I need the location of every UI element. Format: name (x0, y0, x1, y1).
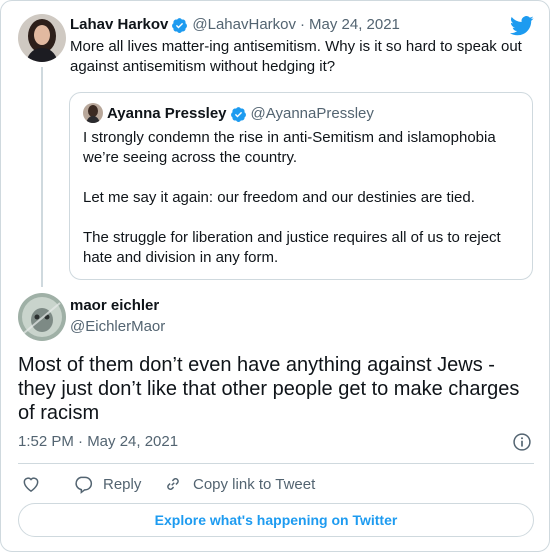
quoted-tweet-paragraph: I strongly condemn the rise in anti-Semi… (83, 129, 496, 166)
copy-link-label: Copy link to Tweet (193, 475, 316, 493)
quoted-author-handle: @AyannaPressley (250, 105, 374, 122)
avatar-lahav-harkov[interactable] (18, 14, 66, 62)
parent-tweet-date[interactable]: May 24, 2021 (309, 15, 400, 35)
twitter-bird-icon[interactable] (510, 16, 534, 36)
reply-button[interactable]: Reply (73, 473, 141, 495)
quoted-tweet-paragraph: Let me say it again: our freedom and our… (83, 189, 475, 206)
reply-tweet-text: Most of them don’t even have anything ag… (18, 354, 520, 424)
parent-author-name[interactable]: Lahav Harkov (70, 15, 168, 35)
info-icon[interactable] (512, 432, 532, 452)
parent-author-handle[interactable]: @LahavHarkov (192, 15, 296, 35)
reply-author-handle[interactable]: @EichlerMaor (70, 317, 165, 337)
embedded-tweet-card: Lahav Harkov @LahavHarkov · May 24, 2021… (0, 0, 550, 552)
actions-divider (18, 463, 534, 464)
reply-author-name[interactable]: maor eichler (70, 296, 159, 316)
copy-link-button[interactable]: Copy link to Tweet (163, 473, 315, 495)
thread-connector-line (41, 67, 43, 287)
reply-label: Reply (103, 475, 142, 493)
reply-timestamp[interactable]: 1:52 PM · May 24, 2021 (18, 432, 178, 452)
link-icon (167, 478, 179, 490)
avatar-maor-eichler[interactable] (18, 293, 66, 341)
explore-twitter-button[interactable]: Explore what's happening on Twitter (18, 503, 534, 537)
reply-icon (75, 476, 93, 494)
quoted-tweet-paragraph: The struggle for liberation and justice … (83, 229, 501, 266)
parent-tweet-text: More all lives matter-ing antisemitism. … (70, 38, 522, 75)
quoted-tweet-header: Ayanna Pressley @AyannaPressley (107, 104, 374, 124)
quoted-author-name: Ayanna Pressley (107, 105, 227, 122)
heart-icon (23, 477, 39, 492)
verified-badge-icon (230, 106, 246, 122)
parent-tweet-header: Lahav Harkov @LahavHarkov · May 24, 2021 (70, 15, 400, 35)
verified-badge-icon (172, 17, 188, 33)
header-separator: · (300, 16, 305, 33)
like-button[interactable] (21, 473, 51, 495)
avatar-ayanna-pressley (83, 103, 103, 123)
